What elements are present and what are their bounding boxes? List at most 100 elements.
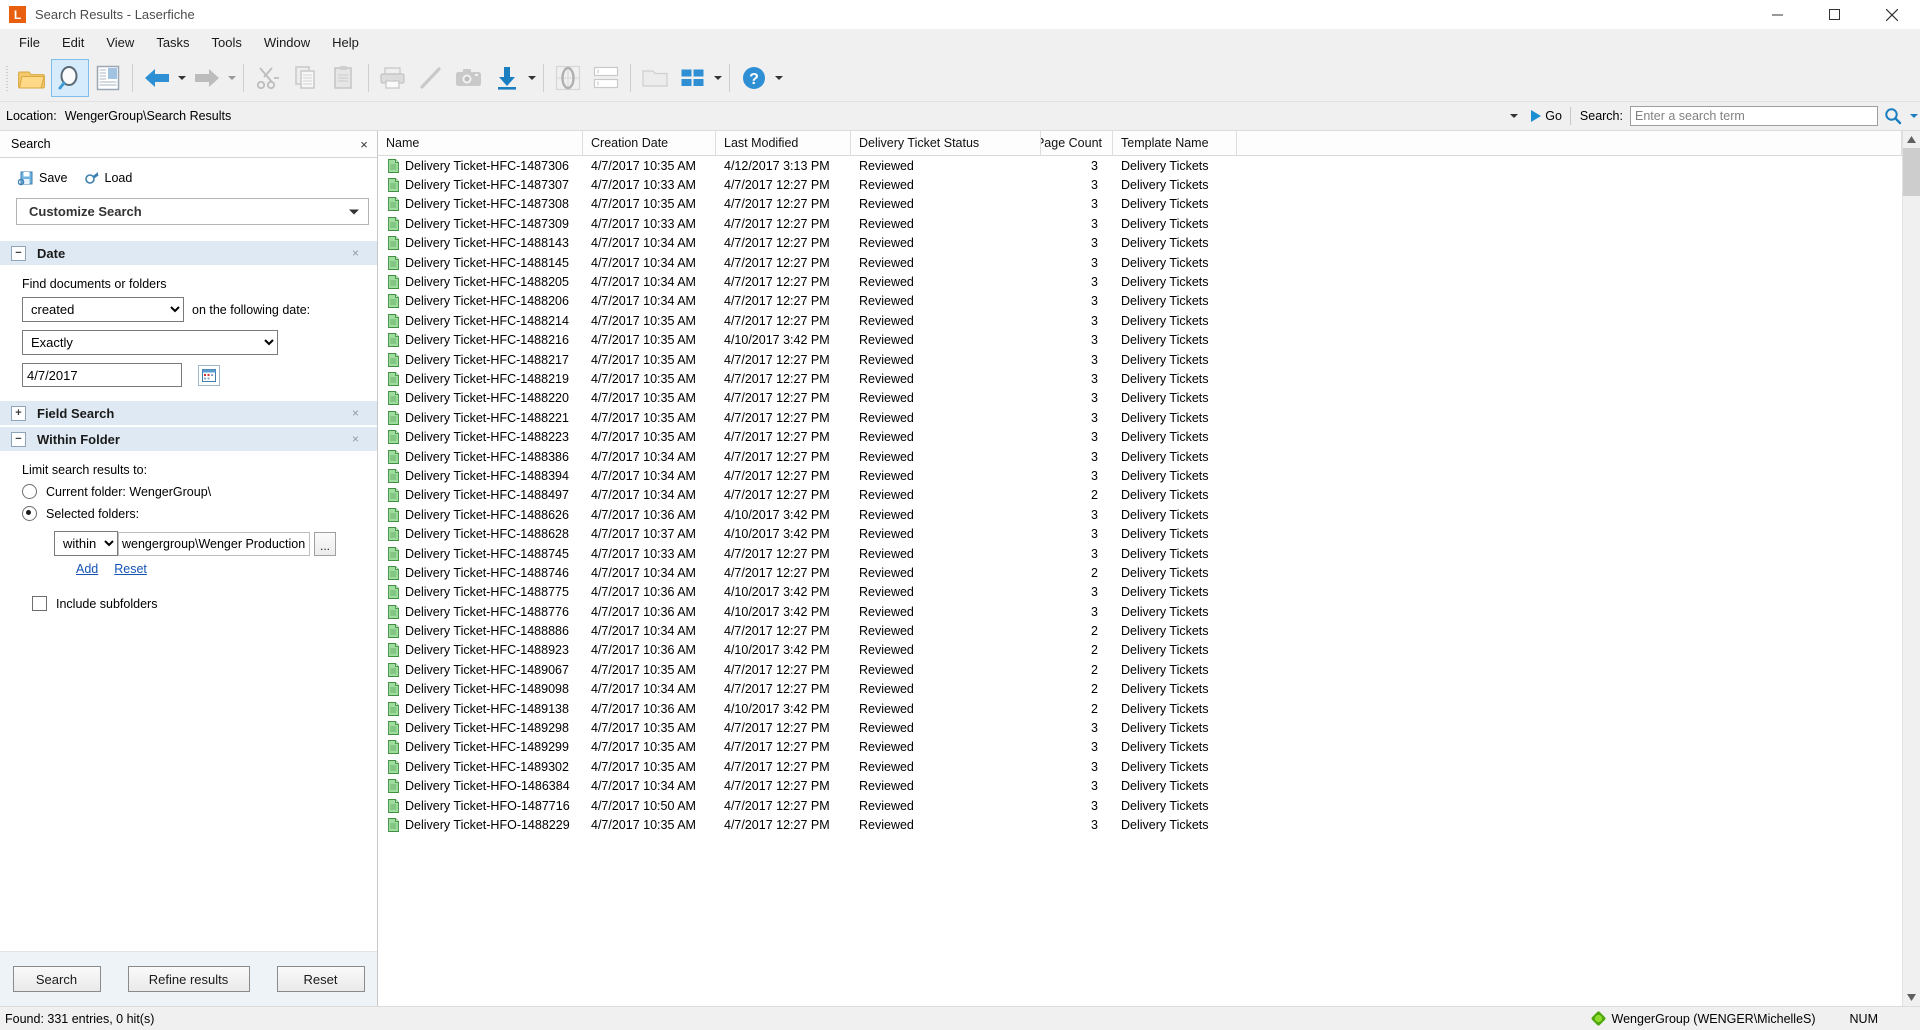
menu-tools[interactable]: Tools <box>201 32 253 53</box>
table-row[interactable]: Delivery Ticket-HFC-1488143 4/7/2017 10:… <box>378 234 1902 253</box>
camera-icon[interactable] <box>450 59 488 97</box>
paste-icon[interactable] <box>325 59 363 97</box>
column-header-name[interactable]: Name <box>378 131 583 155</box>
pen-icon[interactable] <box>412 59 450 97</box>
import-dropdown-caret-icon[interactable] <box>526 59 538 97</box>
help-icon[interactable]: ? <box>735 59 773 97</box>
table-row[interactable]: Delivery Ticket-HFC-1489302 4/7/2017 10:… <box>378 757 1902 776</box>
help-dropdown-caret-icon[interactable] <box>773 59 785 97</box>
menu-window[interactable]: Window <box>253 32 321 53</box>
remove-icon-field-search[interactable]: × <box>352 406 359 420</box>
menu-file[interactable]: File <box>8 32 51 53</box>
column-header-creation-date[interactable]: Creation Date <box>583 131 716 155</box>
radio-current-folder[interactable]: Current folder: WengerGroup\ <box>22 484 377 499</box>
remove-icon-date[interactable]: × <box>352 246 359 260</box>
table-row[interactable]: Delivery Ticket-HFC-1488626 4/7/2017 10:… <box>378 505 1902 524</box>
table-row[interactable]: Delivery Ticket-HFC-1488745 4/7/2017 10:… <box>378 544 1902 563</box>
scroll-down-icon[interactable] <box>1903 989 1920 1006</box>
table-row[interactable]: Delivery Ticket-HFC-1488214 4/7/2017 10:… <box>378 311 1902 330</box>
search-button[interactable]: Search <box>13 966 101 992</box>
add-folder-link[interactable]: Add <box>76 562 98 576</box>
document-pane-icon[interactable] <box>89 59 127 97</box>
collapse-icon-within-folder[interactable]: − <box>11 432 26 447</box>
forward-arrow-icon[interactable] <box>188 59 226 97</box>
section-header-field-search[interactable]: + Field Search × <box>0 401 377 425</box>
copy-icon[interactable] <box>287 59 325 97</box>
fields-icon[interactable] <box>587 59 625 97</box>
table-row[interactable]: Delivery Ticket-HFC-1488886 4/7/2017 10:… <box>378 621 1902 640</box>
location-dropdown-caret-icon[interactable] <box>1505 105 1523 127</box>
search-icon[interactable] <box>51 59 89 97</box>
table-row[interactable]: Delivery Ticket-HFC-1488221 4/7/2017 10:… <box>378 408 1902 427</box>
column-header-page-count[interactable]: Page Count <box>1041 131 1113 155</box>
close-icon[interactable] <box>1863 0 1920 29</box>
save-search-button[interactable]: Save <box>18 170 68 186</box>
view-mode-dropdown-caret-icon[interactable] <box>712 59 724 97</box>
section-header-within-folder[interactable]: − Within Folder × <box>0 427 377 451</box>
minimize-icon[interactable] <box>1749 0 1806 29</box>
menu-view[interactable]: View <box>95 32 145 53</box>
back-arrow-icon[interactable] <box>138 59 176 97</box>
date-operator-select[interactable]: Exactly <box>22 330 278 355</box>
customize-search-dropdown[interactable]: Customize Search <box>16 198 369 225</box>
location-value[interactable]: WengerGroup\Search Results <box>65 109 232 123</box>
close-icon[interactable]: × <box>351 131 377 157</box>
scrollbar-track[interactable] <box>1903 148 1920 989</box>
table-row[interactable]: Delivery Ticket-HFC-1487309 4/7/2017 10:… <box>378 214 1902 233</box>
radio-selected-folders[interactable]: Selected folders: <box>22 506 377 521</box>
column-header-delivery-ticket-status[interactable]: Delivery Ticket Status <box>851 131 1041 155</box>
column-header-last-modified[interactable]: Last Modified <box>716 131 851 155</box>
reset-folders-link[interactable]: Reset <box>114 562 147 576</box>
table-row[interactable]: Delivery Ticket-HFC-1488386 4/7/2017 10:… <box>378 447 1902 466</box>
table-row[interactable]: Delivery Ticket-HFC-1488223 4/7/2017 10:… <box>378 427 1902 446</box>
checkbox-include-subfolders[interactable]: Include subfolders <box>32 596 377 611</box>
table-row[interactable]: Delivery Ticket-HFC-1488220 4/7/2017 10:… <box>378 389 1902 408</box>
table-row[interactable]: Delivery Ticket-HFC-1488216 4/7/2017 10:… <box>378 331 1902 350</box>
table-row[interactable]: Delivery Ticket-HFC-1487306 4/7/2017 10:… <box>378 156 1902 175</box>
table-row[interactable]: Delivery Ticket-HFC-1487307 4/7/2017 10:… <box>378 175 1902 194</box>
import-icon[interactable] <box>488 59 526 97</box>
table-row[interactable]: Delivery Ticket-HFO-1487716 4/7/2017 10:… <box>378 796 1902 815</box>
open-folder-icon[interactable] <box>13 59 51 97</box>
briefcase-icon[interactable] <box>636 59 674 97</box>
calendar-icon[interactable] <box>198 365 220 386</box>
section-header-date[interactable]: − Date × <box>0 241 377 265</box>
reset-button[interactable]: Reset <box>277 966 365 992</box>
scroll-up-icon[interactable] <box>1903 131 1920 148</box>
search-dropdown-caret-icon[interactable] <box>1908 104 1920 128</box>
date-type-select[interactable]: created <box>22 297 184 322</box>
table-row[interactable]: Delivery Ticket-HFC-1488394 4/7/2017 10:… <box>378 466 1902 485</box>
table-row[interactable]: Delivery Ticket-HFC-1489138 4/7/2017 10:… <box>378 699 1902 718</box>
column-header-template-name[interactable]: Template Name <box>1113 131 1237 155</box>
table-row[interactable]: Delivery Ticket-HFC-1488746 4/7/2017 10:… <box>378 563 1902 582</box>
folder-path-input[interactable] <box>118 532 310 556</box>
search-submit-icon[interactable] <box>1878 104 1908 128</box>
folder-scope-select[interactable]: within <box>54 531 118 556</box>
table-row[interactable]: Delivery Ticket-HFC-1487308 4/7/2017 10:… <box>378 195 1902 214</box>
table-row[interactable]: Delivery Ticket-HFC-1488775 4/7/2017 10:… <box>378 583 1902 602</box>
browse-folder-button[interactable]: ... <box>314 532 336 556</box>
table-row[interactable]: Delivery Ticket-HFC-1489098 4/7/2017 10:… <box>378 680 1902 699</box>
expand-icon-field-search[interactable]: + <box>11 406 26 421</box>
toolbar-grip[interactable] <box>4 63 10 93</box>
table-row[interactable]: Delivery Ticket-HFC-1488497 4/7/2017 10:… <box>378 486 1902 505</box>
table-row[interactable]: Delivery Ticket-HFC-1489299 4/7/2017 10:… <box>378 738 1902 757</box>
menu-tasks[interactable]: Tasks <box>145 32 200 53</box>
back-dropdown-caret-icon[interactable] <box>176 59 188 97</box>
table-row[interactable]: Delivery Ticket-HFC-1488217 4/7/2017 10:… <box>378 350 1902 369</box>
table-row[interactable]: Delivery Ticket-HFC-1488205 4/7/2017 10:… <box>378 272 1902 291</box>
table-row[interactable]: Delivery Ticket-HFC-1488628 4/7/2017 10:… <box>378 524 1902 543</box>
go-button[interactable]: Go <box>1523 109 1570 123</box>
view-mode-icon[interactable] <box>674 59 712 97</box>
remove-icon-within-folder[interactable]: × <box>352 432 359 446</box>
collapse-icon-date[interactable]: − <box>11 246 26 261</box>
date-input[interactable] <box>22 363 182 387</box>
maximize-icon[interactable] <box>1806 0 1863 29</box>
load-search-button[interactable]: Load <box>84 170 133 186</box>
table-row[interactable]: Delivery Ticket-HFC-1488776 4/7/2017 10:… <box>378 602 1902 621</box>
menu-help[interactable]: Help <box>321 32 370 53</box>
table-row[interactable]: Delivery Ticket-HFC-1488219 4/7/2017 10:… <box>378 369 1902 388</box>
refine-results-button[interactable]: Refine results <box>128 966 250 992</box>
table-row[interactable]: Delivery Ticket-HFC-1488923 4/7/2017 10:… <box>378 641 1902 660</box>
search-input[interactable] <box>1630 106 1878 126</box>
